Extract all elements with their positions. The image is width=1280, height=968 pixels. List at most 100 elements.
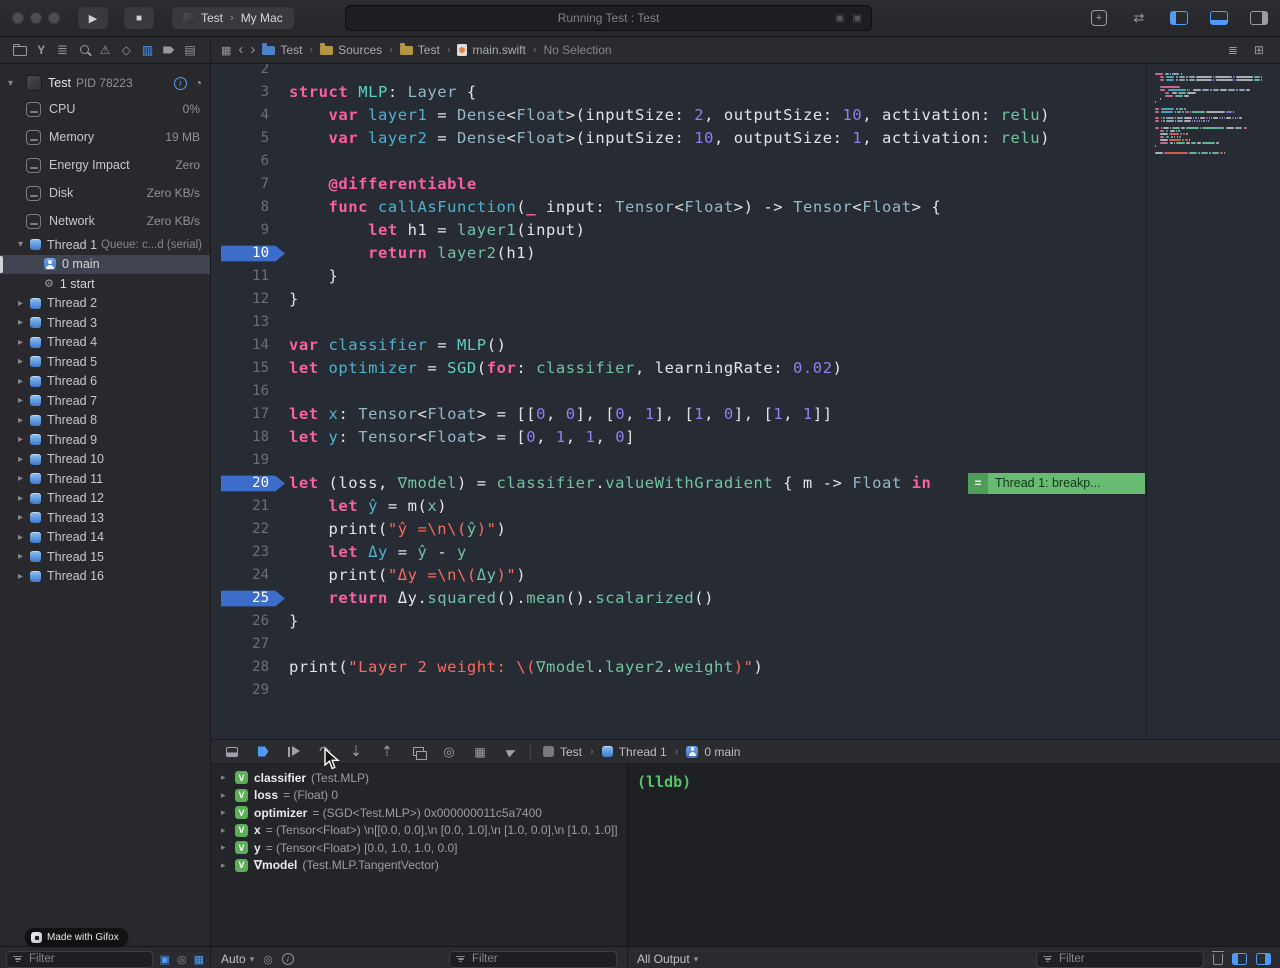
info-icon[interactable]: i bbox=[282, 953, 294, 965]
line-number[interactable]: 15 bbox=[211, 357, 269, 380]
debug-crumb-process[interactable]: Test bbox=[560, 745, 582, 759]
code-text[interactable]: let Δy = ŷ - y bbox=[289, 541, 1280, 564]
variable-row[interactable]: ▸V∇model(Test.MLP.TangentVector) bbox=[211, 857, 627, 875]
code-line[interactable]: 3struct MLP: Layer { bbox=[211, 81, 1280, 104]
memory-graph-icon[interactable] bbox=[438, 743, 460, 761]
disclosure-icon[interactable]: ▸ bbox=[221, 772, 233, 783]
line-number[interactable]: 7 bbox=[211, 173, 269, 196]
editor-options-icon[interactable]: ≣ bbox=[1228, 43, 1238, 57]
disclosure-icon[interactable]: ▸ bbox=[221, 842, 233, 853]
breadcrumb-project[interactable]: Test bbox=[262, 43, 302, 57]
variables-filter-field[interactable] bbox=[449, 951, 617, 968]
gauge-icon[interactable]: ◔ bbox=[195, 76, 202, 90]
code-line[interactable]: 11 } bbox=[211, 265, 1280, 288]
test-navigator-icon[interactable] bbox=[116, 41, 136, 59]
code-line[interactable]: 26} bbox=[211, 610, 1280, 633]
project-navigator-icon[interactable] bbox=[10, 41, 30, 59]
disclosure-icon[interactable]: ▸ bbox=[18, 356, 30, 367]
run-button[interactable]: ▶ bbox=[78, 7, 108, 29]
process-row[interactable]: ▾ Test PID 78223 i ◔ bbox=[0, 71, 210, 95]
code-text[interactable]: let ŷ = m(x) bbox=[289, 495, 1280, 518]
line-number[interactable]: 18 bbox=[211, 426, 269, 449]
breakpoint-navigator-icon[interactable] bbox=[159, 41, 179, 59]
disclosure-icon[interactable]: ▸ bbox=[18, 454, 30, 465]
code-text[interactable]: return Δy.squared().mean().scalarized() bbox=[289, 587, 1280, 610]
line-number[interactable]: 24 bbox=[211, 564, 269, 587]
code-text[interactable]: print("Layer 2 weight: \(∇model.layer2.w… bbox=[289, 656, 1280, 679]
line-number[interactable]: 5 bbox=[211, 127, 269, 150]
gauge-row-network[interactable]: NetworkZero KB/s bbox=[0, 207, 210, 235]
code-line[interactable]: 4 var layer1 = Dense<Float>(inputSize: 2… bbox=[211, 104, 1280, 127]
stack-frame-row[interactable]: ⚙1 start bbox=[0, 274, 210, 294]
breadcrumb-group-test[interactable]: Test bbox=[400, 43, 440, 57]
stop-button[interactable]: ■ bbox=[124, 7, 154, 29]
source-editor[interactable]: 23struct MLP: Layer {4 var layer1 = Dens… bbox=[211, 64, 1280, 739]
simulate-location-icon[interactable] bbox=[500, 743, 522, 761]
code-line[interactable]: 20let (loss, ∇model) = classifier.valueW… bbox=[211, 472, 1280, 495]
issue-navigator-icon[interactable] bbox=[95, 41, 115, 59]
code-line[interactable]: 22 print("ŷ =\n\(ŷ)") bbox=[211, 518, 1280, 541]
line-number[interactable]: 12 bbox=[211, 288, 269, 311]
code-text[interactable]: let h1 = layer1(input) bbox=[289, 219, 1280, 242]
close-window-icon[interactable] bbox=[12, 12, 24, 24]
code-line[interactable]: 23 let Δy = ŷ - y bbox=[211, 541, 1280, 564]
code-line[interactable]: 8 func callAsFunction(_ input: Tensor<Fl… bbox=[211, 196, 1280, 219]
minimize-window-icon[interactable] bbox=[30, 12, 42, 24]
disclosure-icon[interactable]: ▸ bbox=[18, 571, 30, 582]
flag-icon[interactable]: ◎ bbox=[263, 953, 273, 966]
disclosure-icon[interactable]: ▸ bbox=[18, 532, 30, 543]
code-text[interactable]: print("Δy =\n\(Δy)") bbox=[289, 564, 1280, 587]
thread-row[interactable]: ▸Thread 9 bbox=[0, 430, 210, 450]
thread-row[interactable]: ▸Thread 15 bbox=[0, 547, 210, 567]
thread-row[interactable]: ▸Thread 7 bbox=[0, 391, 210, 411]
thread-row[interactable]: ▸Thread 14 bbox=[0, 528, 210, 548]
breadcrumb-selection[interactable]: No Selection bbox=[544, 43, 612, 57]
disclosure-icon[interactable]: ▾ bbox=[18, 239, 30, 250]
code-text[interactable]: let optimizer = SGD(for: classifier, lea… bbox=[289, 357, 1280, 380]
navigator-filter-field[interactable] bbox=[6, 951, 153, 968]
variable-row[interactable]: ▸Vclassifier(Test.MLP) bbox=[211, 769, 627, 787]
breadcrumb-group-sources[interactable]: Sources bbox=[320, 43, 382, 57]
code-text[interactable]: let y: Tensor<Float> = [0, 1, 1, 0] bbox=[289, 426, 1280, 449]
disclosure-icon[interactable]: ▸ bbox=[18, 512, 30, 523]
code-line[interactable]: 16 bbox=[211, 380, 1280, 403]
disclosure-icon[interactable]: ▸ bbox=[18, 473, 30, 484]
variables-filter-input[interactable] bbox=[470, 952, 610, 966]
thread-row[interactable]: ▸Thread 5 bbox=[0, 352, 210, 372]
gauge-row-memory[interactable]: Memory19 MB bbox=[0, 123, 210, 151]
variable-row[interactable]: ▸Vy= (Tensor<Float>) [0.0, 1.0, 1.0, 0.0… bbox=[211, 839, 627, 857]
console-pane[interactable]: (lldb) bbox=[628, 764, 1280, 946]
code-line[interactable]: 7 @differentiable bbox=[211, 173, 1280, 196]
line-number[interactable]: 3 bbox=[211, 81, 269, 104]
line-number[interactable]: 14 bbox=[211, 334, 269, 357]
thread-row[interactable]: ▸Thread 4 bbox=[0, 333, 210, 353]
code-text[interactable]: } bbox=[289, 265, 1280, 288]
line-number[interactable]: 16 bbox=[211, 380, 269, 403]
debug-navigator-icon[interactable] bbox=[138, 41, 158, 59]
disclosure-icon[interactable]: ▸ bbox=[221, 860, 233, 871]
variable-row[interactable]: ▸Vx= (Tensor<Float>) \n[[0.0, 0.0],\n [0… bbox=[211, 822, 627, 840]
code-line[interactable]: 21 let ŷ = m(x) bbox=[211, 495, 1280, 518]
thread-row[interactable]: ▸Thread 13 bbox=[0, 508, 210, 528]
thread-row[interactable]: ▸Thread 16 bbox=[0, 567, 210, 587]
code-line[interactable]: 24 print("Δy =\n\(Δy)") bbox=[211, 564, 1280, 587]
view-hierarchy-icon[interactable] bbox=[407, 743, 429, 761]
code-text[interactable]: let x: Tensor<Float> = [[0, 0], [0, 1], … bbox=[289, 403, 1280, 426]
line-number[interactable]: 17 bbox=[211, 403, 269, 426]
disclosure-icon[interactable]: ▸ bbox=[18, 337, 30, 348]
code-text[interactable]: var layer2 = Dense<Float>(inputSize: 10,… bbox=[289, 127, 1280, 150]
disclosure-icon[interactable]: ▸ bbox=[18, 434, 30, 445]
console-filter-input[interactable] bbox=[1057, 952, 1197, 966]
back-icon[interactable]: ‹ bbox=[238, 42, 243, 57]
code-line[interactable]: 15 let optimizer = SGD(for: classifier, l… bbox=[211, 357, 1280, 380]
variables-scope-dropdown[interactable]: Auto ▾ bbox=[221, 952, 254, 966]
line-number[interactable]: 19 bbox=[211, 449, 269, 472]
step-out-icon[interactable] bbox=[376, 743, 398, 761]
gauge-row-cpu[interactable]: CPU0% bbox=[0, 95, 210, 123]
disclosure-icon[interactable]: ▸ bbox=[18, 493, 30, 504]
code-line[interactable]: 5 var layer2 = Dense<Float>(inputSize: 1… bbox=[211, 127, 1280, 150]
panel-bottom-icon[interactable] bbox=[1206, 8, 1232, 28]
line-number[interactable]: 13 bbox=[211, 311, 269, 334]
disclosure-icon[interactable]: ▸ bbox=[221, 807, 233, 818]
activity-detail-icon[interactable]: ▣ bbox=[835, 13, 844, 24]
